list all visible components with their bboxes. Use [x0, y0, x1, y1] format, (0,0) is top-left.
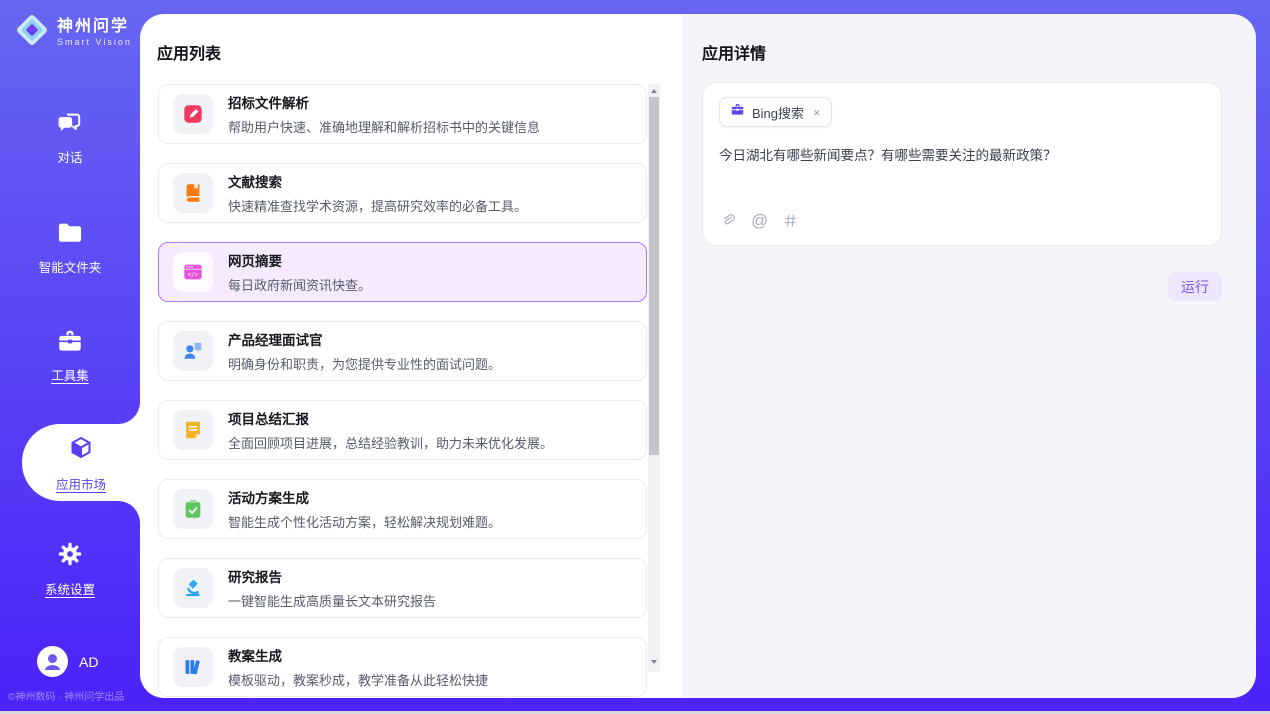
- cube-icon: [66, 435, 96, 468]
- app-title: 教案生成: [228, 645, 488, 665]
- avatar: [37, 646, 68, 677]
- brand-title: 神州问学: [57, 18, 132, 36]
- sidebar-item-smart-folder[interactable]: 智能文件夹: [0, 220, 140, 276]
- microscope-icon: [173, 568, 213, 608]
- attachment-icon[interactable]: [719, 211, 737, 229]
- app-desc: 智能生成个性化活动方案，轻松解决规划难题。: [228, 512, 501, 531]
- app-desc: 一键智能生成高质量长文本研究报告: [228, 591, 436, 610]
- app-title: 产品经理面试官: [228, 329, 501, 349]
- scrollbar[interactable]: [648, 84, 660, 672]
- app-desc: 明确身份和职责，为您提供专业性的面试问题。: [228, 354, 501, 373]
- interviewer-icon: [173, 331, 213, 371]
- app-title: 活动方案生成: [228, 487, 501, 507]
- sidebar-item-toolset[interactable]: 工具集: [0, 328, 140, 384]
- toolbox-icon: [56, 328, 84, 359]
- mention-icon[interactable]: @: [751, 212, 768, 229]
- clipboard-check-icon: [173, 489, 213, 529]
- books-icon: [173, 647, 213, 687]
- brand-subtitle: Smart Vision: [57, 37, 132, 47]
- user-account[interactable]: AD: [37, 646, 98, 677]
- app-list-title: 应用列表: [157, 40, 221, 64]
- app-desc: 模板驱动，教案秒成，教学准备从此轻松快捷: [228, 670, 488, 689]
- app-title: 文献搜索: [228, 171, 527, 191]
- main-content: 应用列表 招标文件解析 帮助用户快速、准确地理解和解析招标书中的关键信息: [140, 14, 1256, 698]
- browser-code-icon: </>: [173, 252, 213, 292]
- svg-text:</>: </>: [188, 272, 199, 279]
- app-card-project-summary[interactable]: 项目总结汇报 全面回顾项目进展，总结经验教训，助力未来优化发展。: [158, 400, 647, 460]
- app-list-panel: 应用列表 招标文件解析 帮助用户快速、准确地理解和解析招标书中的关键信息: [140, 14, 682, 698]
- app-card-pm-interviewer[interactable]: 产品经理面试官 明确身份和职责，为您提供专业性的面试问题。: [158, 321, 647, 381]
- app-card-research-report[interactable]: 研究报告 一键智能生成高质量长文本研究报告: [158, 558, 647, 618]
- user-name: AD: [79, 654, 98, 670]
- bing-search-tag[interactable]: Bing搜索 ×: [719, 97, 832, 127]
- brand-diamond-icon: [14, 12, 50, 53]
- sidebar-item-label: 智能文件夹: [39, 257, 102, 276]
- folder-icon: [56, 220, 84, 251]
- sidebar-item-label: 应用市场: [56, 474, 106, 493]
- app-card-web-summary[interactable]: </> 网页摘要 每日政府新闻资讯快查。: [158, 242, 647, 302]
- app-desc: 全面回顾项目进展，总结经验教训，助力未来优化发展。: [228, 433, 553, 452]
- prompt-card: Bing搜索 × 今日湖北有哪些新闻要点？有哪些需要关注的最新政策？ @: [702, 82, 1222, 246]
- brand-logo: 神州问学 Smart Vision: [14, 12, 132, 53]
- sidebar-item-label: 系统设置: [45, 579, 95, 598]
- app-title: 项目总结汇报: [228, 408, 553, 428]
- book-icon: [173, 173, 213, 213]
- app-title: 招标文件解析: [228, 92, 540, 112]
- query-text[interactable]: 今日湖北有哪些新闻要点？有哪些需要关注的最新政策？: [719, 144, 1205, 211]
- gear-icon: [56, 540, 84, 573]
- sidebar-item-settings[interactable]: 系统设置: [0, 540, 140, 598]
- app-card-literature-search[interactable]: 文献搜索 快速精准查找学术资源，提高研究效率的必备工具。: [158, 163, 647, 223]
- app-card-event-plan[interactable]: 活动方案生成 智能生成个性化活动方案，轻松解决规划难题。: [158, 479, 647, 539]
- app-desc: 快速精准查找学术资源，提高研究效率的必备工具。: [228, 196, 527, 215]
- scrollbar-down-arrow-icon[interactable]: [648, 655, 660, 668]
- run-button[interactable]: 运行: [1168, 272, 1222, 301]
- tag-close-icon[interactable]: ×: [813, 106, 821, 119]
- app-title: 网页摘要: [228, 250, 371, 270]
- app-desc: 每日政府新闻资讯快查。: [228, 275, 371, 294]
- sidebar-item-label: 工具集: [51, 365, 89, 384]
- copyright-footer: ©神州数码 · 神州问学出品: [8, 688, 140, 703]
- app-card-lesson-plan[interactable]: 教案生成 模板驱动，教案秒成，教学准备从此轻松快捷: [158, 637, 647, 697]
- active-tab-curve-bottom: [118, 501, 140, 523]
- pen-square-icon: [173, 94, 213, 134]
- composer-toolbar: @: [719, 211, 1205, 229]
- hashtag-icon[interactable]: [782, 212, 799, 229]
- sidebar: 神州问学 Smart Vision 对话 智能文件夹: [0, 0, 140, 714]
- app-card-tender-doc[interactable]: 招标文件解析 帮助用户快速、准确地理解和解析招标书中的关键信息: [158, 84, 647, 144]
- scrollbar-thumb[interactable]: [649, 97, 659, 455]
- app-desc: 帮助用户快速、准确地理解和解析招标书中的关键信息: [228, 117, 540, 136]
- sidebar-item-app-market-inner[interactable]: 应用市场: [11, 435, 151, 493]
- sidebar-item-chat[interactable]: 对话: [0, 112, 140, 166]
- app-detail-title: 应用详情: [702, 40, 766, 64]
- briefcase-icon: [730, 102, 745, 122]
- sidebar-item-app-market[interactable]: 应用市场: [22, 424, 140, 501]
- scrollbar-up-arrow-icon[interactable]: [648, 84, 660, 97]
- app-title: 研究报告: [228, 566, 436, 586]
- sidebar-item-label: 对话: [57, 147, 82, 166]
- active-tab-curve-top: [118, 402, 140, 424]
- app-card-list: 招标文件解析 帮助用户快速、准确地理解和解析招标书中的关键信息 文献搜索 快速精…: [158, 84, 647, 698]
- app-detail-panel: 应用详情 Bing搜索 × 今日湖北有哪些新闻要点？有哪些需要关注的最新政策？: [682, 14, 1256, 698]
- tag-label: Bing搜索: [752, 103, 804, 122]
- chat-icon: [56, 112, 84, 141]
- note-icon: [173, 410, 213, 450]
